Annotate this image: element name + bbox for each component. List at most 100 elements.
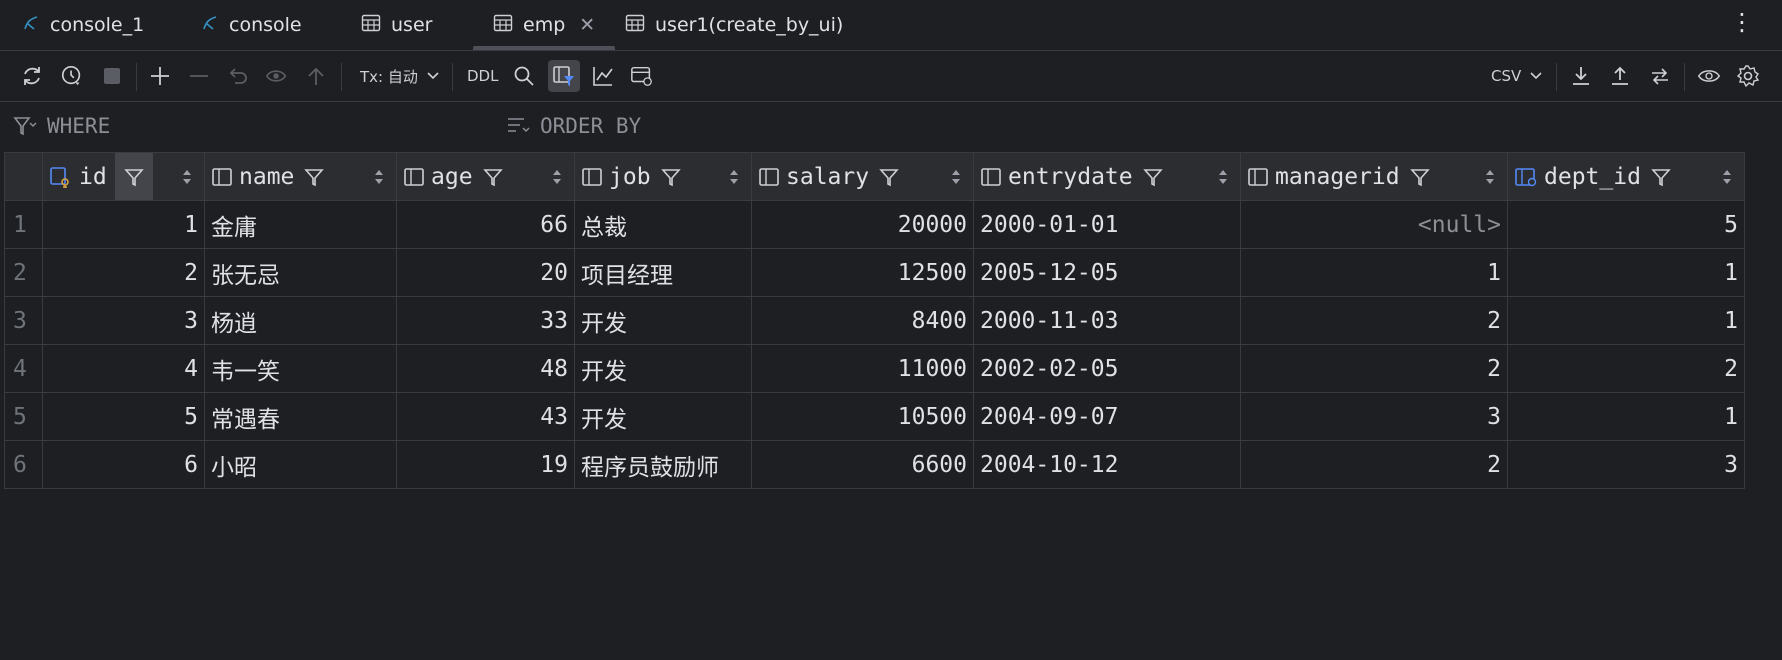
row-number[interactable]: 1 xyxy=(4,200,43,249)
export-format-dropdown[interactable]: CSV xyxy=(1491,64,1543,88)
cell-salary[interactable]: 8400 xyxy=(751,296,974,345)
sort-toggle-icon[interactable] xyxy=(729,153,739,200)
sort-toggle-icon[interactable] xyxy=(951,153,961,200)
eye-icon[interactable] xyxy=(1697,64,1721,88)
compare-icon[interactable] xyxy=(1648,64,1672,88)
column-header-job[interactable]: job xyxy=(574,152,752,201)
stop-icon[interactable] xyxy=(100,64,124,88)
revert-icon[interactable] xyxy=(226,64,250,88)
cell-age[interactable]: 33 xyxy=(396,296,575,345)
cell-job[interactable]: 项目经理 xyxy=(574,248,752,297)
cell-managerid[interactable]: 2 xyxy=(1240,344,1508,393)
cell-id[interactable]: 4 xyxy=(42,344,205,393)
cell-name[interactable]: 张无忌 xyxy=(204,248,397,297)
view-settings-icon[interactable] xyxy=(630,64,654,88)
sort-toggle-icon[interactable] xyxy=(374,153,384,200)
delete-row-icon[interactable] xyxy=(187,64,211,88)
cell-name[interactable]: 小昭 xyxy=(204,440,397,489)
tab-console[interactable]: console xyxy=(201,0,302,50)
cell-salary[interactable]: 11000 xyxy=(751,344,974,393)
cell-managerid[interactable]: 3 xyxy=(1240,392,1508,441)
row-number[interactable]: 6 xyxy=(4,440,43,489)
cell-age[interactable]: 48 xyxy=(396,344,575,393)
cell-managerid[interactable]: 1 xyxy=(1240,248,1508,297)
column-filter-icon[interactable] xyxy=(1142,167,1163,187)
cell-id[interactable]: 3 xyxy=(42,296,205,345)
cell-job[interactable]: 总裁 xyxy=(574,200,752,249)
close-icon[interactable]: ✕ xyxy=(579,14,595,36)
cell-managerid[interactable]: 2 xyxy=(1240,440,1508,489)
row-number[interactable]: 4 xyxy=(4,344,43,393)
cell-salary[interactable]: 10500 xyxy=(751,392,974,441)
cell-dept-id[interactable]: 5 xyxy=(1507,200,1745,249)
cell-id[interactable]: 5 xyxy=(42,392,205,441)
cell-name[interactable]: 常遇春 xyxy=(204,392,397,441)
column-header-dept-id[interactable]: dept_id xyxy=(1507,152,1745,201)
column-header-salary[interactable]: salary xyxy=(751,152,974,201)
table-row[interactable]: 1 1 金庸 66 总裁 20000 2000-01-01 <null> 5 xyxy=(4,200,1745,249)
cell-name[interactable]: 杨逍 xyxy=(204,296,397,345)
tab-user[interactable]: user xyxy=(361,0,432,50)
column-filter-icon[interactable] xyxy=(482,167,503,187)
cell-id[interactable]: 1 xyxy=(42,200,205,249)
cell-managerid[interactable]: 2 xyxy=(1240,296,1508,345)
cell-dept-id[interactable]: 3 xyxy=(1507,440,1745,489)
gear-icon[interactable] xyxy=(1736,64,1760,88)
cell-entrydate[interactable]: 2000-01-01 xyxy=(973,200,1241,249)
cell-id[interactable]: 6 xyxy=(42,440,205,489)
cell-name[interactable]: 金庸 xyxy=(204,200,397,249)
cell-dept-id[interactable]: 1 xyxy=(1507,248,1745,297)
tab-console-1[interactable]: console_1 xyxy=(22,0,144,50)
row-number[interactable]: 5 xyxy=(4,392,43,441)
column-header-name[interactable]: name xyxy=(204,152,397,201)
sort-toggle-icon[interactable] xyxy=(1485,153,1495,200)
cell-job[interactable]: 开发 xyxy=(574,296,752,345)
column-header-age[interactable]: age xyxy=(396,152,575,201)
sort-toggle-icon[interactable] xyxy=(182,153,192,200)
column-filter-icon[interactable] xyxy=(114,153,153,200)
order-by-input[interactable]: ORDER BY xyxy=(506,114,641,138)
table-row[interactable]: 2 2 张无忌 20 项目经理 12500 2005-12-05 1 1 xyxy=(4,248,1745,297)
upload-icon[interactable] xyxy=(1608,64,1632,88)
sort-toggle-icon[interactable] xyxy=(552,153,562,200)
cell-entrydate[interactable]: 2004-10-12 xyxy=(973,440,1241,489)
transaction-mode-dropdown[interactable]: Tx: 自动 xyxy=(360,64,440,88)
cell-salary[interactable]: 20000 xyxy=(751,200,974,249)
cell-job[interactable]: 开发 xyxy=(574,392,752,441)
column-filter-icon[interactable] xyxy=(660,167,681,187)
column-header-id[interactable]: id xyxy=(42,152,205,201)
table-row[interactable]: 5 5 常遇春 43 开发 10500 2004-09-07 3 1 xyxy=(4,392,1745,441)
column-filter-icon[interactable] xyxy=(879,167,899,187)
sort-toggle-icon[interactable] xyxy=(1722,153,1732,200)
submit-icon[interactable] xyxy=(304,64,328,88)
history-icon[interactable] xyxy=(60,64,84,88)
cell-salary[interactable]: 12500 xyxy=(751,248,974,297)
column-filter-icon[interactable] xyxy=(1651,167,1671,187)
row-number[interactable]: 2 xyxy=(4,248,43,297)
cell-dept-id[interactable]: 2 xyxy=(1507,344,1745,393)
table-row[interactable]: 3 3 杨逍 33 开发 8400 2000-11-03 2 1 xyxy=(4,296,1745,345)
row-number[interactable]: 3 xyxy=(4,296,43,345)
column-header-managerid[interactable]: managerid xyxy=(1240,152,1508,201)
cell-entrydate[interactable]: 2000-11-03 xyxy=(973,296,1241,345)
cell-age[interactable]: 20 xyxy=(396,248,575,297)
column-filter-icon[interactable] xyxy=(1409,167,1430,187)
cell-job[interactable]: 程序员鼓励师 xyxy=(574,440,752,489)
cell-entrydate[interactable]: 2005-12-05 xyxy=(973,248,1241,297)
filter-panel-toggle-icon[interactable] xyxy=(548,60,580,92)
more-options-icon[interactable]: ⋮ xyxy=(1730,8,1754,36)
table-row[interactable]: 4 4 韦一笑 48 开发 11000 2002-02-05 2 2 xyxy=(4,344,1745,393)
cell-age[interactable]: 43 xyxy=(396,392,575,441)
cell-age[interactable]: 66 xyxy=(396,200,575,249)
cell-managerid[interactable]: <null> xyxy=(1240,200,1508,249)
cell-entrydate[interactable]: 2004-09-07 xyxy=(973,392,1241,441)
cell-entrydate[interactable]: 2002-02-05 xyxy=(973,344,1241,393)
cell-job[interactable]: 开发 xyxy=(574,344,752,393)
column-filter-icon[interactable] xyxy=(304,167,325,187)
column-header-entrydate[interactable]: entrydate xyxy=(973,152,1241,201)
tab-user1[interactable]: user1(create_by_ui) xyxy=(625,0,843,50)
cell-age[interactable]: 19 xyxy=(396,440,575,489)
cell-salary[interactable]: 6600 xyxy=(751,440,974,489)
download-icon[interactable] xyxy=(1569,64,1593,88)
table-row[interactable]: 6 6 小昭 19 程序员鼓励师 6600 2004-10-12 2 3 xyxy=(4,440,1745,489)
